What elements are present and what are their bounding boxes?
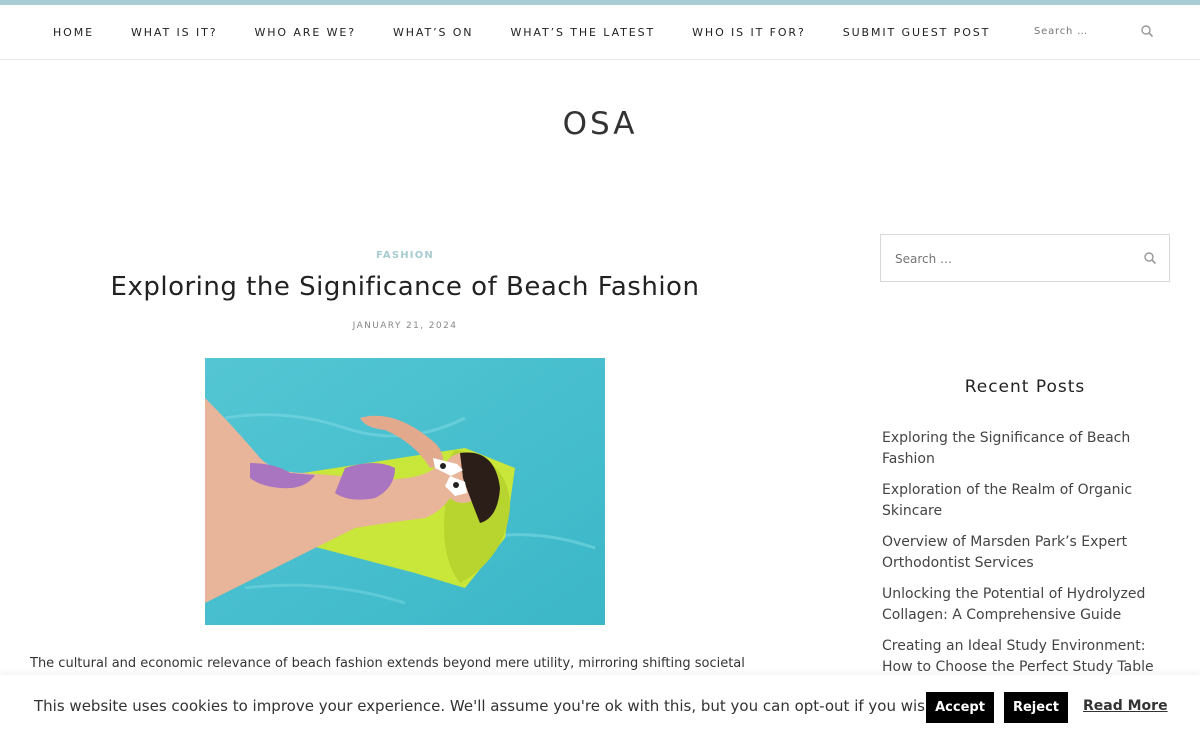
nav-menu: HOME WHAT IS IT? WHO ARE WE? WHAT’S ON WHAT’… xyxy=(53,5,1021,60)
nav-item-whats-on[interactable]: WHAT’S ON xyxy=(393,5,474,60)
reject-cookies-button[interactable]: Reject xyxy=(1004,692,1068,723)
nav-item-who-is-it-for[interactable]: WHO IS IT FOR? xyxy=(692,5,806,60)
search-icon[interactable] xyxy=(1143,251,1157,265)
recent-post-link[interactable]: Unlocking the Potential of Hydrolyzed Co… xyxy=(882,584,1170,626)
read-more-link[interactable]: Read More xyxy=(1083,698,1168,714)
recent-post-link[interactable]: Exploration of the Realm of Organic Skin… xyxy=(882,480,1170,522)
nav-item-submit-guest-post[interactable]: SUBMIT GUEST POST xyxy=(843,5,991,60)
cookie-consent-bar: This website uses cookies to improve you… xyxy=(0,675,1200,740)
post-date: JANUARY 21, 2024 xyxy=(352,321,458,331)
post-category[interactable]: FASHION xyxy=(30,250,780,261)
recent-posts-list: Exploring the Significance of Beach Fash… xyxy=(882,428,1170,688)
post-title[interactable]: Exploring the Significance of Beach Fash… xyxy=(30,272,780,302)
nav-search-input[interactable] xyxy=(1034,19,1134,43)
recent-post-link[interactable]: Creating an Ideal Study Environment: How… xyxy=(882,636,1170,678)
recent-post-link[interactable]: Exploring the Significance of Beach Fash… xyxy=(882,428,1170,470)
nav-item-whats-the-latest[interactable]: WHAT’S THE LATEST xyxy=(510,5,655,60)
nav-item-home[interactable]: HOME xyxy=(53,5,94,60)
post-featured-image[interactable] xyxy=(205,358,605,625)
recent-post-link[interactable]: Overview of Marsden Park’s Expert Orthod… xyxy=(882,532,1170,574)
main-navigation: HOME WHAT IS IT? WHO ARE WE? WHAT’S ON WHAT’… xyxy=(0,5,1200,60)
search-icon[interactable] xyxy=(1140,24,1154,38)
recent-posts-title: Recent Posts xyxy=(964,377,1086,397)
nav-item-what-is-it[interactable]: WHAT IS IT? xyxy=(131,5,217,60)
accept-cookies-button[interactable]: Accept xyxy=(926,692,994,723)
nav-item-who-are-we[interactable]: WHO ARE WE? xyxy=(254,5,355,60)
cookie-message: This website uses cookies to improve you… xyxy=(34,697,940,715)
sidebar-search-input[interactable] xyxy=(895,247,1125,271)
sidebar-search xyxy=(880,234,1170,282)
post-excerpt: The cultural and economic relevance of b… xyxy=(30,656,745,671)
nav-search xyxy=(1034,19,1164,43)
beach-fashion-photo xyxy=(205,358,605,625)
site-title[interactable]: OSA xyxy=(0,106,1200,142)
